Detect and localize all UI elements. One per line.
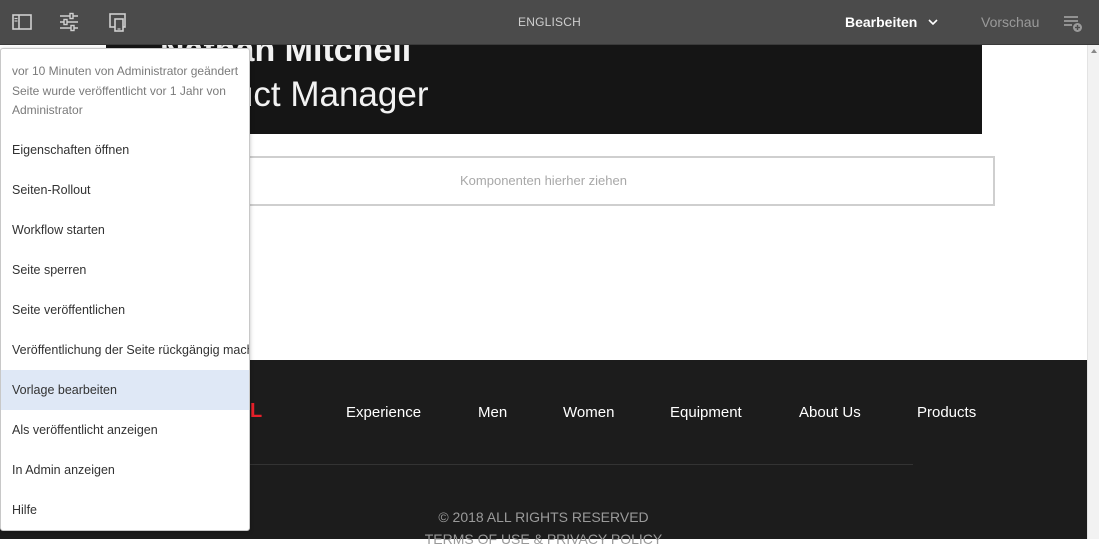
footer-nav-men[interactable]: Men [478,404,507,421]
page-scrollbar[interactable] [1087,45,1099,539]
page-information-menu: vor 10 Minuten von Administrator geänder… [0,48,250,531]
menu-item-view-as-published[interactable]: Als veröffentlicht anzeigen [1,410,249,450]
menu-item-open-properties[interactable]: Eigenschaften öffnen [1,130,249,170]
mode-selector-button[interactable]: Bearbeiten [845,14,917,30]
scroll-up-icon[interactable] [1091,49,1097,53]
menu-item-rollout-page[interactable]: Seiten-Rollout [1,170,249,210]
menu-item-lock-page[interactable]: Seite sperren [1,250,249,290]
footer-nav-about-us[interactable]: About Us [799,404,861,421]
footer-nav-experience[interactable]: Experience [346,404,421,421]
menu-item-help[interactable]: Hilfe [1,490,249,530]
menu-item-start-workflow[interactable]: Workflow starten [1,210,249,250]
page-properties-icon[interactable] [58,11,80,33]
preview-button[interactable]: Vorschau [981,14,1039,30]
side-panel-icon[interactable] [11,11,33,33]
footer-nav-products[interactable]: Products [917,404,976,421]
footer-nav-women[interactable]: Women [563,404,614,421]
menu-item-view-in-admin[interactable]: In Admin anzeigen [1,450,249,490]
published-info: Seite wurde veröffentlicht vor 1 Jahr vo… [12,83,226,118]
menu-item-edit-template[interactable]: Vorlage bearbeiten [1,370,249,410]
terms-link[interactable]: TERMS OF USE & PRIVACY POLICY [0,531,1087,547]
menu-item-unpublish-page[interactable]: Veröffentlichung der Seite rückgängig ma… [1,330,249,370]
menu-item-publish-page[interactable]: Seite veröffentlichen [1,290,249,330]
emulator-icon[interactable] [107,11,129,33]
chevron-down-icon[interactable] [927,15,939,27]
annotations-icon[interactable] [1062,12,1084,39]
footer-divider [200,464,913,465]
page-status-info: vor 10 Minuten von Administrator geänder… [12,62,244,121]
footer-nav-equipment[interactable]: Equipment [670,404,742,421]
modified-info: vor 10 Minuten von Administrator geänder… [12,64,239,78]
site-logo[interactable]: L [250,400,262,423]
editor-toolbar: ENGLISCH Bearbeiten Vorschau [0,0,1099,45]
